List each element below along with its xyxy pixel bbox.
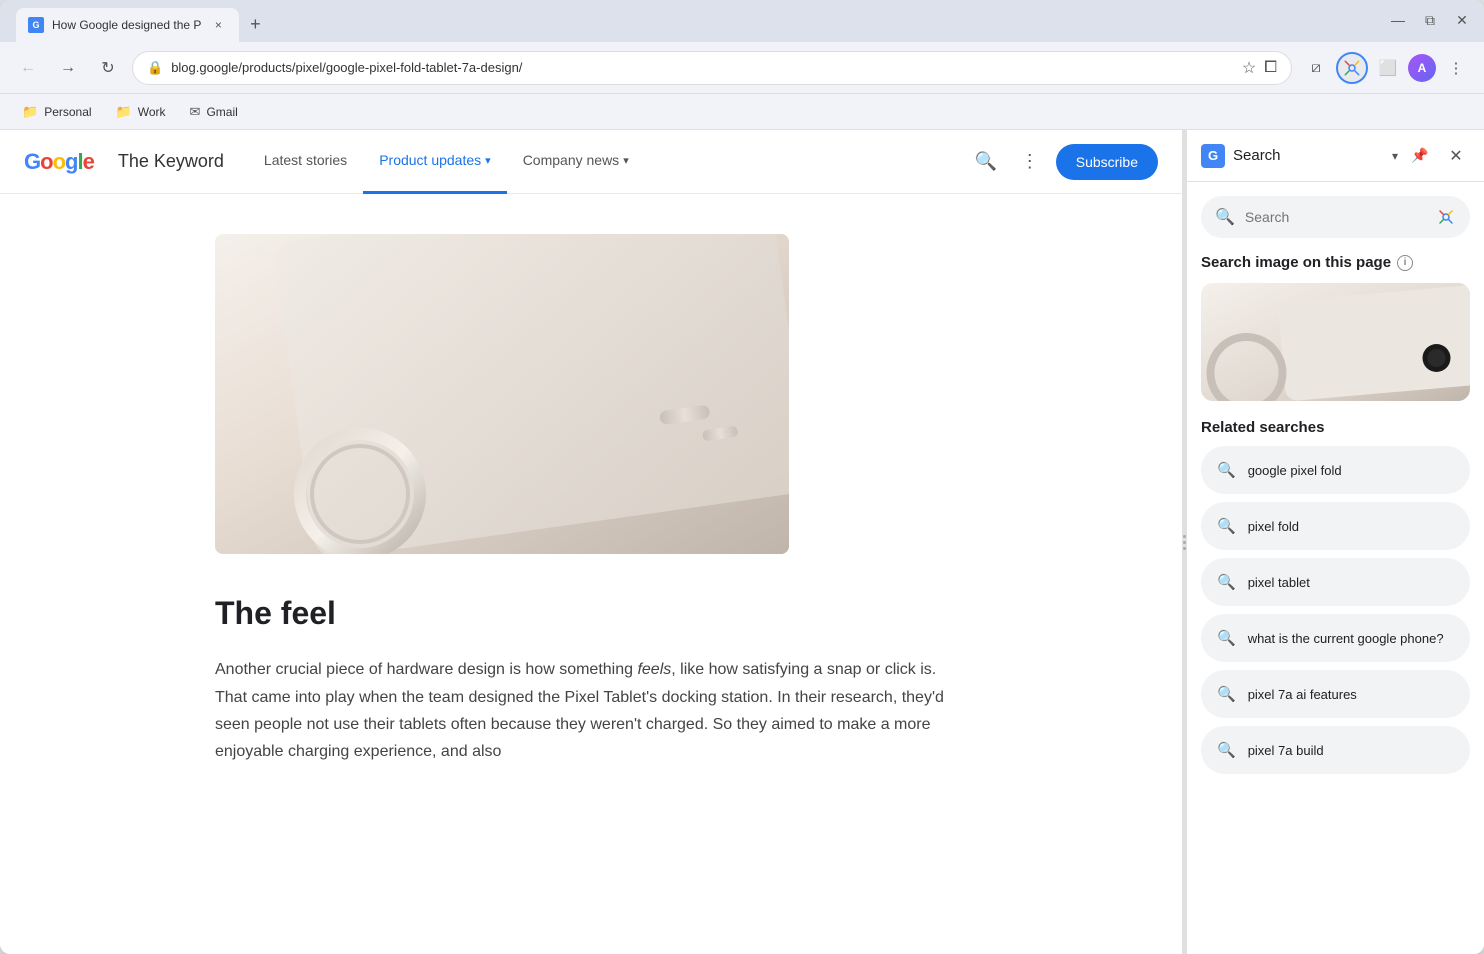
panel-title: Search (1233, 147, 1384, 164)
side-panel: G Search ▾ 📌 ✕ 🔍 (1186, 130, 1484, 954)
browser-buttons: ⧄ ⬜ A ⋮ (1300, 52, 1472, 84)
tab-close-button[interactable]: × (209, 16, 227, 34)
profile-avatar[interactable]: A (1408, 54, 1436, 82)
gmail-icon: ✉ (190, 104, 201, 120)
bookmark-gmail[interactable]: ✉ Gmail (180, 99, 248, 125)
bookmark-work-label: Work (138, 105, 166, 119)
panel-search-input[interactable] (1245, 209, 1426, 225)
google-icon: G (1201, 144, 1225, 168)
maximize-button[interactable]: ⧉ (1416, 6, 1444, 34)
site-nav: Latest stories Product updates ▾ Company… (248, 130, 944, 194)
window-controls: — ⧉ ✕ (1384, 6, 1476, 42)
chevron-down-icon: ▾ (485, 154, 491, 167)
new-tab-button[interactable]: + (241, 10, 269, 38)
website: Google The Keyword Latest stories Produc… (0, 130, 1182, 954)
split-screen-button[interactable]: ⬜ (1372, 52, 1404, 84)
site-header: Google The Keyword Latest stories Produc… (0, 130, 1182, 194)
search-icon: 🔍 (1217, 685, 1236, 703)
article-hero-image (215, 234, 789, 554)
search-icon: 🔍 (1217, 461, 1236, 479)
panel-pin-button[interactable]: 📌 (1406, 142, 1434, 170)
related-searches-title: Related searches (1201, 419, 1470, 436)
article-heading: The feel (215, 594, 967, 632)
bookmark-star-icon[interactable]: ☆ (1242, 58, 1256, 78)
omnibar: ← → ↻ 🔒 blog.google/products/pixel/googl… (0, 42, 1484, 94)
browser-window: G How Google designed the P × + — ⧉ ✕ ← … (0, 0, 1484, 954)
panel-header: G Search ▾ 📌 ✕ (1187, 130, 1484, 182)
search-icon: 🔍 (1217, 741, 1236, 759)
site-name[interactable]: The Keyword (118, 151, 224, 172)
bookmark-personal-label: Personal (44, 105, 91, 119)
search-icon: 🔍 (1217, 629, 1236, 647)
google-logo[interactable]: Google (24, 149, 94, 175)
page-area: Google The Keyword Latest stories Produc… (0, 130, 1484, 954)
nav-latest-stories[interactable]: Latest stories (248, 130, 363, 194)
tab-bar: G How Google designed the P × + — ⧉ ✕ (0, 0, 1484, 42)
more-options-button[interactable]: ⋮ (1012, 144, 1048, 180)
site-actions: 🔍 ⋮ Subscribe (968, 144, 1158, 180)
panel-body: 🔍 Search image on this page (1187, 182, 1484, 954)
info-icon[interactable]: i (1397, 255, 1413, 271)
related-item-5[interactable]: 🔍 pixel 7a build (1201, 726, 1470, 774)
article-body: Another crucial piece of hardware design… (215, 656, 967, 765)
image-preview[interactable] (1201, 283, 1470, 401)
search-image-title: Search image on this page i (1201, 254, 1470, 271)
related-item-3[interactable]: 🔍 what is the current google phone? (1201, 614, 1470, 662)
related-item-2[interactable]: 🔍 pixel tablet (1201, 558, 1470, 606)
panel-close-button[interactable]: ✕ (1442, 142, 1470, 170)
search-icon: 🔍 (1217, 573, 1236, 591)
google-lens-button[interactable] (1336, 52, 1368, 84)
bookmark-work[interactable]: 📁 Work (106, 99, 176, 125)
close-button[interactable]: ✕ (1448, 6, 1476, 34)
subscribe-button[interactable]: Subscribe (1056, 144, 1158, 180)
nav-product-updates[interactable]: Product updates ▾ (363, 130, 507, 194)
folder-icon: 📁 (22, 104, 38, 120)
url-bar[interactable]: 🔒 blog.google/products/pixel/google-pixe… (132, 51, 1292, 85)
chevron-down-icon: ▾ (623, 154, 629, 167)
google-wordmark: Google (24, 149, 94, 175)
panel-dropdown-arrow[interactable]: ▾ (1392, 149, 1398, 163)
tab-favicon: G (28, 17, 44, 33)
lock-icon: 🔒 (147, 60, 163, 76)
extensions-button[interactable]: ⧄ (1300, 52, 1332, 84)
active-tab[interactable]: G How Google designed the P × (16, 8, 239, 42)
minimize-button[interactable]: — (1384, 6, 1412, 34)
related-item-0[interactable]: 🔍 google pixel fold (1201, 446, 1470, 494)
lens-icon[interactable] (1436, 206, 1456, 228)
nav-company-news[interactable]: Company news ▾ (507, 130, 645, 194)
extension-icon[interactable]: ⧠ (1264, 59, 1277, 77)
article-content: The feel Another crucial piece of hardwa… (191, 194, 991, 825)
chrome-menu-button[interactable]: ⋮ (1440, 52, 1472, 84)
tab-title: How Google designed the P (52, 18, 201, 32)
bookmark-gmail-label: Gmail (206, 105, 237, 119)
related-item-1[interactable]: 🔍 pixel fold (1201, 502, 1470, 550)
bookmark-personal[interactable]: 📁 Personal (12, 99, 102, 125)
search-icon: 🔍 (1217, 517, 1236, 535)
related-item-4[interactable]: 🔍 pixel 7a ai features (1201, 670, 1470, 718)
url-text: blog.google/products/pixel/google-pixel-… (171, 60, 1234, 75)
folder-icon: 📁 (116, 104, 132, 120)
panel-search-box[interactable]: 🔍 (1201, 196, 1470, 238)
search-box-icon: 🔍 (1215, 207, 1235, 227)
back-button[interactable]: ← (12, 52, 44, 84)
site-search-button[interactable]: 🔍 (968, 144, 1004, 180)
bookmarks-bar: 📁 Personal 📁 Work ✉ Gmail (0, 94, 1484, 130)
reload-button[interactable]: ↻ (92, 52, 124, 84)
forward-button[interactable]: → (52, 52, 84, 84)
